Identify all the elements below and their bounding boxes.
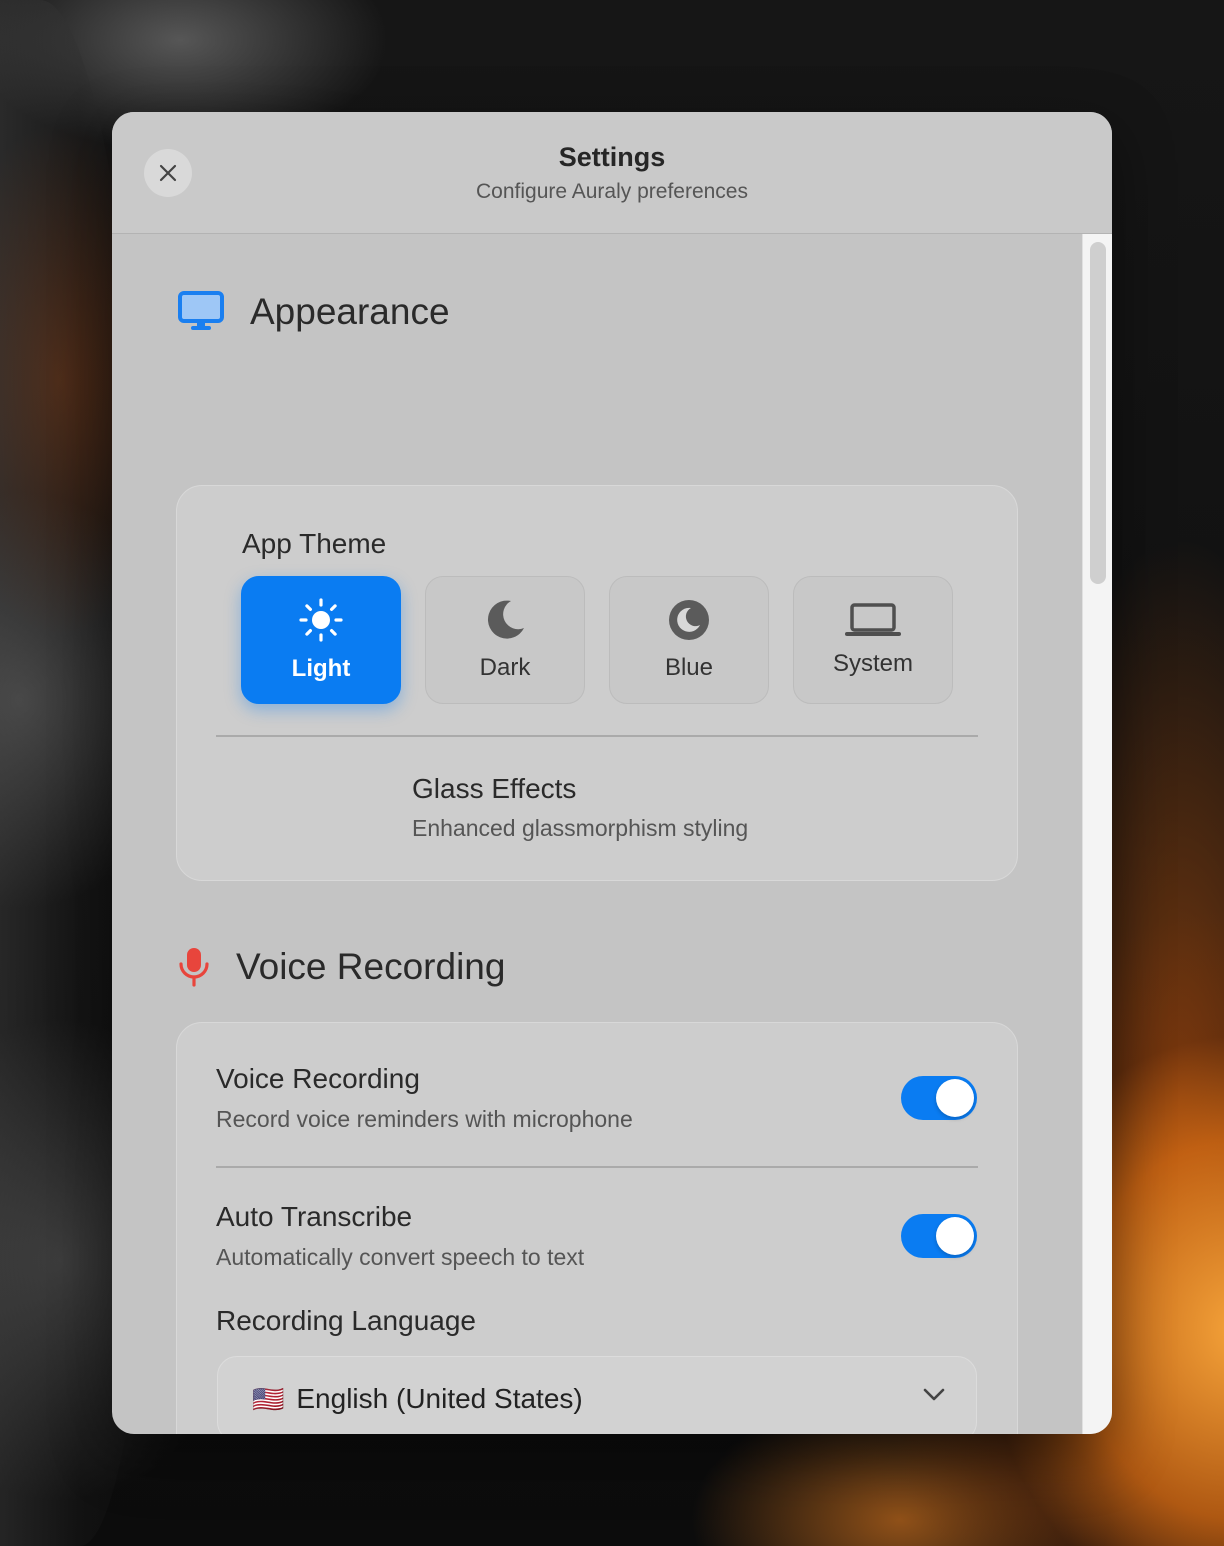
theme-dark-label: Dark bbox=[479, 654, 531, 681]
appearance-section-title: Appearance bbox=[250, 291, 450, 332]
settings-modal: Settings Configure Auraly preferences Ap… bbox=[112, 112, 1112, 1434]
recording-language-label: Recording Language bbox=[216, 1305, 476, 1336]
us-flag-icon: 🇺🇸 bbox=[252, 1383, 285, 1414]
auto-transcribe-description: Automatically convert speech to text bbox=[216, 1244, 585, 1270]
laptop-icon bbox=[845, 603, 901, 636]
sun-icon bbox=[299, 598, 343, 642]
theme-light-button[interactable]: Light bbox=[241, 576, 401, 704]
app-theme-label: App Theme bbox=[242, 528, 387, 559]
microphone-icon bbox=[179, 948, 209, 987]
appearance-divider bbox=[216, 735, 978, 737]
voice-recording-title: Voice Recording bbox=[216, 1063, 420, 1094]
voice-section-header: Voice Recording bbox=[178, 946, 505, 988]
auto-transcribe-title: Auto Transcribe bbox=[216, 1201, 413, 1232]
voice-recording-description: Record voice reminders with microphone bbox=[216, 1106, 633, 1132]
appearance-card: App Theme Light Dark Blue System Glass E… bbox=[176, 485, 1018, 881]
moon-icon bbox=[487, 600, 524, 639]
theme-dark-button[interactable]: Dark bbox=[425, 576, 585, 704]
theme-system-label: System bbox=[832, 650, 913, 677]
auto-transcribe-toggle[interactable] bbox=[901, 1214, 977, 1258]
page-title: Settings bbox=[558, 142, 666, 172]
chevron-down-icon bbox=[923, 1388, 945, 1401]
appearance-section-header: Appearance bbox=[178, 291, 450, 333]
recording-language-select[interactable]: 🇺🇸 English (United States) bbox=[217, 1356, 977, 1434]
theme-light-label: Light bbox=[291, 655, 351, 682]
voice-divider bbox=[216, 1166, 978, 1168]
monitor-icon bbox=[178, 291, 224, 330]
modal-header: Settings Configure Auraly preferences bbox=[112, 112, 1112, 234]
settings-scroll-area[interactable]: Appearance App Theme Light Dark Blue Sys… bbox=[112, 234, 1082, 1434]
toggle-knob bbox=[936, 1217, 974, 1255]
theme-system-button[interactable]: System bbox=[793, 576, 953, 704]
page-subtitle: Configure Auraly preferences bbox=[476, 180, 748, 203]
scrollbar-track[interactable] bbox=[1082, 234, 1112, 1434]
voice-card: Voice Recording Record voice reminders w… bbox=[176, 1022, 1018, 1434]
toggle-knob bbox=[936, 1079, 974, 1117]
voice-section-title: Voice Recording bbox=[236, 946, 506, 987]
scrollbar-thumb[interactable] bbox=[1090, 242, 1106, 584]
voice-recording-toggle[interactable] bbox=[901, 1076, 977, 1120]
theme-blue-label: Blue bbox=[664, 654, 714, 681]
theme-blue-button[interactable]: Blue bbox=[609, 576, 769, 704]
glass-effects-title: Glass Effects bbox=[412, 773, 577, 804]
moon-circle-icon bbox=[669, 600, 709, 640]
recording-language-value: English (United States) bbox=[296, 1383, 583, 1414]
glass-effects-description: Enhanced glassmorphism styling bbox=[412, 815, 749, 841]
